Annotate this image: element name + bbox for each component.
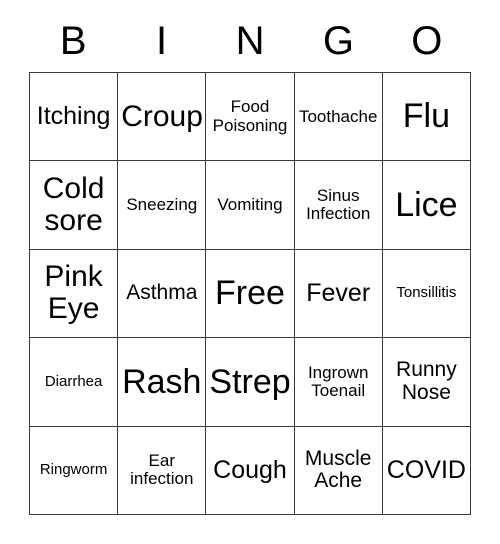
bingo-cell-label: Asthma — [126, 281, 198, 305]
bingo-cell-label: Free — [215, 274, 285, 313]
bingo-cell-label: Ear infection — [130, 450, 194, 489]
bingo-cell[interactable]: Sinus Infection — [294, 161, 383, 250]
bingo-header-letter-n: N — [235, 19, 265, 63]
bingo-cell[interactable]: Pink Eye — [30, 249, 119, 339]
bingo-cell[interactable]: Sneezing — [118, 161, 207, 250]
bingo-cell-label: Sinus Infection — [306, 185, 371, 224]
bingo-cell-label: Cough — [213, 455, 287, 484]
bingo-header-letter-o: O — [411, 19, 443, 63]
bingo-cell-label: Itching — [36, 102, 111, 131]
bingo-cell-label: Fever — [306, 278, 371, 307]
bingo-header-letter-i: I — [156, 19, 168, 63]
bingo-cell-label: Toothache — [298, 106, 378, 126]
bingo-cell-label: COVID — [386, 455, 466, 484]
bingo-cell[interactable]: Lice — [382, 161, 471, 250]
bingo-free-space[interactable]: Free — [206, 249, 295, 339]
bingo-cell[interactable]: Ear infection — [118, 426, 207, 515]
bingo-cell[interactable]: Runny Nose — [382, 338, 471, 427]
bingo-cell-label: Croup — [121, 99, 203, 133]
bingo-cell[interactable]: Fever — [294, 249, 383, 339]
bingo-cell-label: Rash — [122, 362, 202, 401]
bingo-header-letter-g: G — [322, 19, 354, 63]
bingo-cell[interactable]: Muscle Ache — [294, 426, 383, 515]
bingo-cell-label: Ringworm — [39, 461, 108, 479]
bingo-card: B I N G O Itching Croup Food Poisoning Toot… — [0, 0, 500, 544]
bingo-cell-label: Vomiting — [217, 194, 283, 214]
bingo-cell-label: Muscle Ache — [304, 446, 372, 493]
bingo-cell[interactable]: Ringworm — [30, 426, 119, 515]
bingo-cell[interactable]: COVID — [382, 426, 471, 515]
bingo-cell-label: Cold sore — [42, 171, 105, 238]
bingo-cell[interactable]: Cough — [206, 426, 295, 515]
bingo-cell[interactable]: Diarrhea — [30, 338, 119, 427]
bingo-cell-label: Ingrown Toenail — [307, 362, 369, 400]
bingo-cell-label: Flu — [402, 97, 450, 136]
bingo-cell[interactable]: Strep — [206, 338, 295, 427]
bingo-cell[interactable]: Cold sore — [30, 161, 119, 250]
bingo-cell[interactable]: Tonsillitis — [382, 249, 471, 339]
bingo-cell[interactable]: Food Poisoning — [206, 73, 295, 162]
bingo-cell-label: Lice — [395, 185, 458, 224]
bingo-cell[interactable]: Flu — [382, 73, 471, 162]
bingo-cell-label: Sneezing — [126, 194, 198, 214]
bingo-cell[interactable]: Vomiting — [206, 161, 295, 250]
bingo-cell[interactable]: Ingrown Toenail — [294, 338, 383, 427]
bingo-header-row: B I N G O — [29, 12, 471, 70]
bingo-cell-label: Tonsillitis — [396, 284, 457, 302]
bingo-cell-label: Runny Nose — [396, 358, 457, 404]
bingo-cell[interactable]: Itching — [30, 73, 119, 162]
bingo-cell-label: Diarrhea — [44, 372, 103, 390]
bingo-cell[interactable]: Toothache — [294, 73, 383, 162]
bingo-cell[interactable]: Croup — [118, 73, 207, 162]
bingo-cell[interactable]: Asthma — [118, 249, 207, 339]
bingo-cell-label: Food Poisoning — [212, 97, 288, 135]
bingo-cell-label: Strep — [209, 362, 291, 401]
bingo-cell[interactable]: Rash — [118, 338, 207, 427]
bingo-header-letter-b: B — [59, 19, 87, 63]
bingo-cell-label: Pink Eye — [44, 260, 103, 326]
bingo-grid: Itching Croup Food Poisoning Toothache Flu Co… — [29, 72, 471, 515]
